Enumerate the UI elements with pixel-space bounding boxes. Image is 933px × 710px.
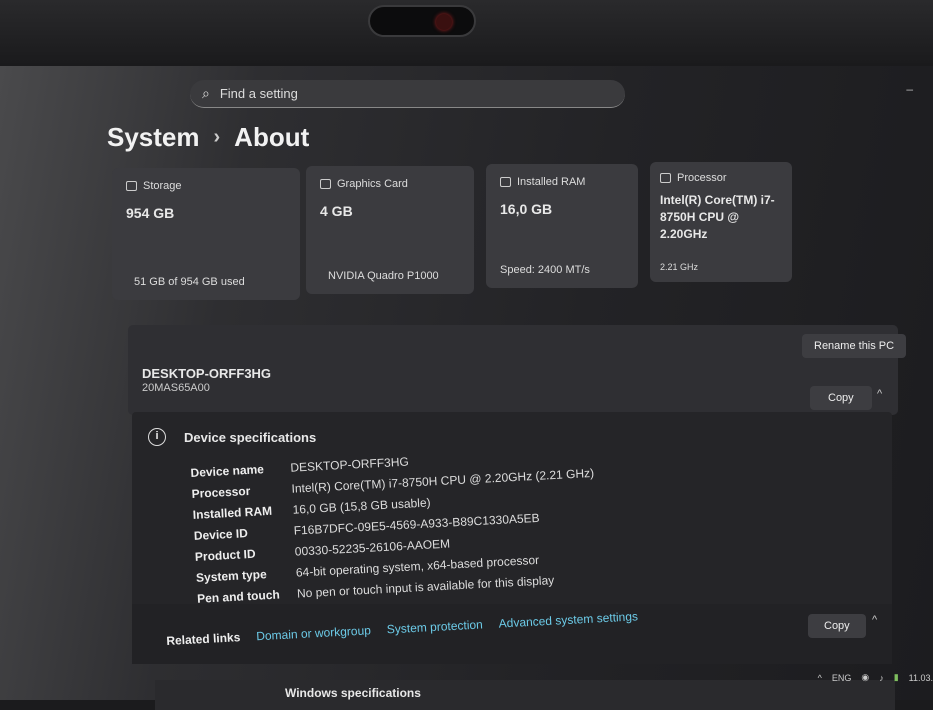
spec-value: DESKTOP-ORFF3HG: [290, 454, 410, 475]
section-title: Windows specifications: [285, 686, 421, 700]
webcam-cover: [368, 5, 476, 37]
webcam-lens: [436, 14, 452, 30]
device-specs-header[interactable]: i Device specifications: [148, 428, 316, 446]
search-input[interactable]: ⌕ Find a setting: [190, 80, 625, 108]
spec-label: Product ID: [194, 546, 256, 564]
pc-model: 20MAS65A00: [142, 382, 210, 394]
storage-icon: [126, 181, 137, 191]
info-icon: i: [148, 428, 166, 446]
spec-label: System type: [195, 566, 268, 585]
battery-icon[interactable]: ▮: [894, 672, 899, 683]
graphics-card-card[interactable]: Graphics Card 4 GB NVIDIA Quadro P1000: [306, 166, 474, 294]
pc-name: DESKTOP-ORFF3HG: [142, 366, 272, 381]
page-title: About: [234, 122, 310, 152]
graphics-card-icon: [320, 179, 331, 189]
windows-specifications-section[interactable]: Windows specifications: [155, 680, 895, 710]
minimize-button[interactable]: –: [906, 82, 913, 96]
installed-ram-card[interactable]: Installed RAM 16,0 GB Speed: 2400 MT/s: [486, 164, 638, 288]
processor-card[interactable]: Processor Intel(R) Core(TM) i7-8750H CPU…: [650, 162, 792, 282]
card-value: 954 GB: [126, 205, 175, 221]
processor-icon: [660, 173, 671, 183]
chevron-right-icon: ›: [213, 126, 221, 148]
search-icon: ⌕: [202, 85, 210, 101]
card-subtext: NVIDIA Quadro P1000: [328, 270, 439, 282]
breadcrumb-system[interactable]: System: [107, 122, 200, 153]
copy-device-specs-button[interactable]: Copy: [810, 386, 872, 410]
card-title: Installed RAM: [517, 176, 586, 188]
card-title: Storage: [143, 180, 182, 192]
ram-icon: [500, 177, 511, 187]
tray-overflow-button[interactable]: ^: [818, 673, 822, 683]
chevron-up-icon[interactable]: ^: [877, 388, 882, 400]
spec-label: Pen and touch: [196, 586, 281, 606]
copy-windows-specs-button[interactable]: Copy: [808, 614, 866, 638]
search-placeholder: Find a setting: [219, 86, 298, 101]
chevron-up-icon[interactable]: ^: [872, 614, 877, 626]
breadcrumb: System › About: [107, 122, 309, 153]
section-title: Device specifications: [184, 429, 317, 445]
volume-icon[interactable]: ♪: [879, 673, 884, 683]
card-subtext: 2.21 GHz: [660, 262, 699, 272]
card-subtext: Speed: 2400 MT/s: [500, 264, 590, 276]
spec-label: Processor: [191, 483, 251, 501]
storage-card[interactable]: Storage 954 GB 51 GB of 954 GB used: [112, 168, 300, 300]
card-value: 4 GB: [320, 203, 353, 219]
spec-label: Device ID: [193, 525, 249, 543]
spec-label: Device name: [190, 461, 265, 480]
card-value: 16,0 GB: [500, 201, 553, 217]
clock-date[interactable]: 11.03.: [909, 673, 933, 683]
language-indicator[interactable]: ENG: [832, 673, 852, 683]
rename-pc-button[interactable]: Rename this PC: [802, 334, 907, 358]
system-tray: ^ ENG ◉ ♪ ▮ 11.03.: [818, 672, 933, 683]
spec-label: Installed RAM: [192, 503, 273, 522]
wifi-icon[interactable]: ◉: [861, 672, 869, 683]
card-title: Graphics Card: [337, 178, 408, 190]
card-title: Processor: [677, 172, 727, 184]
specs-table: Device name DESKTOP-ORFF3HG Processor Inte…: [190, 441, 600, 609]
laptop-bezel: [0, 0, 933, 66]
card-value: Intel(R) Core(TM) i7-8750H CPU @ 2.20GHz: [660, 193, 775, 241]
card-subtext: 51 GB of 954 GB used: [134, 276, 245, 288]
